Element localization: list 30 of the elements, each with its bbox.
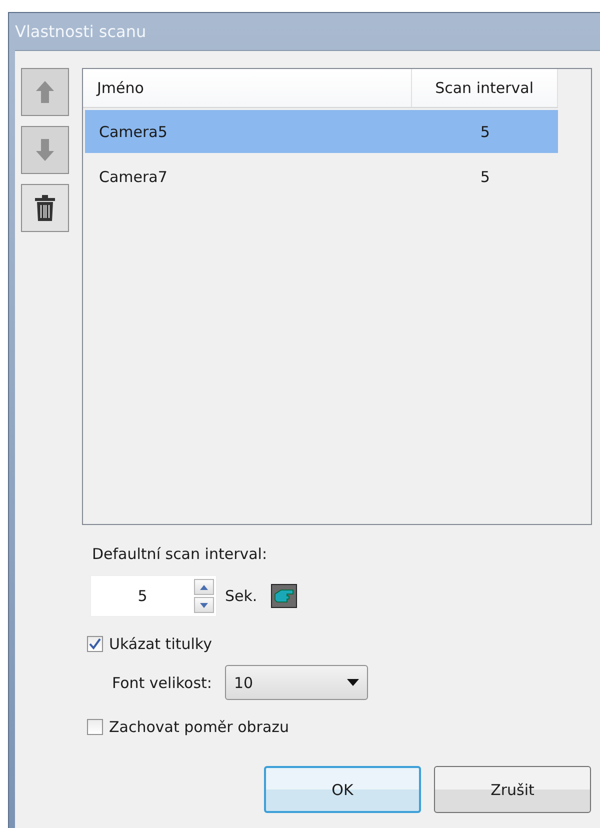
pointing-hand-icon[interactable] <box>271 584 298 608</box>
field-label: Font velikost: <box>112 674 212 692</box>
font-size-dropdown[interactable]: 10 <box>224 665 368 700</box>
down-triangle-icon <box>200 602 208 608</box>
window-title: Vlastnosti scanu <box>15 22 146 41</box>
list-row[interactable]: Camera7 5 <box>85 155 558 198</box>
interval-spinbox[interactable]: 5 <box>90 575 217 617</box>
checkbox-label: Ukázat titulky <box>109 635 212 653</box>
checkbox[interactable] <box>87 719 103 735</box>
up-arrow-icon <box>36 81 54 103</box>
column-header[interactable]: Scan interval <box>412 69 558 107</box>
trash-icon <box>35 195 55 221</box>
dialog-button[interactable]: Zrušit <box>434 766 591 813</box>
column-header[interactable]: Jméno <box>83 69 412 107</box>
list-row[interactable]: Camera5 5 <box>85 110 558 153</box>
delete-button[interactable] <box>21 184 69 232</box>
table-cell-text: 5 <box>479 122 491 140</box>
spin-up-button[interactable] <box>194 579 214 595</box>
caret-icon <box>346 679 359 686</box>
table-cell-text: Camera7 <box>98 168 168 186</box>
down-arrow-icon <box>36 139 54 161</box>
spin-down-button[interactable] <box>194 597 214 613</box>
checkbox-label: Zachovat poměr obrazu <box>109 718 290 736</box>
up-triangle-icon <box>200 584 208 590</box>
table-cell-text: Camera5 <box>98 122 168 140</box>
checkbox[interactable] <box>87 636 103 652</box>
unit-label: Sek. <box>225 587 258 605</box>
dialog-button[interactable]: OK <box>264 766 421 813</box>
table-cell-text: 5 <box>479 168 491 186</box>
field-label: Defaultní scan interval: <box>92 545 268 563</box>
